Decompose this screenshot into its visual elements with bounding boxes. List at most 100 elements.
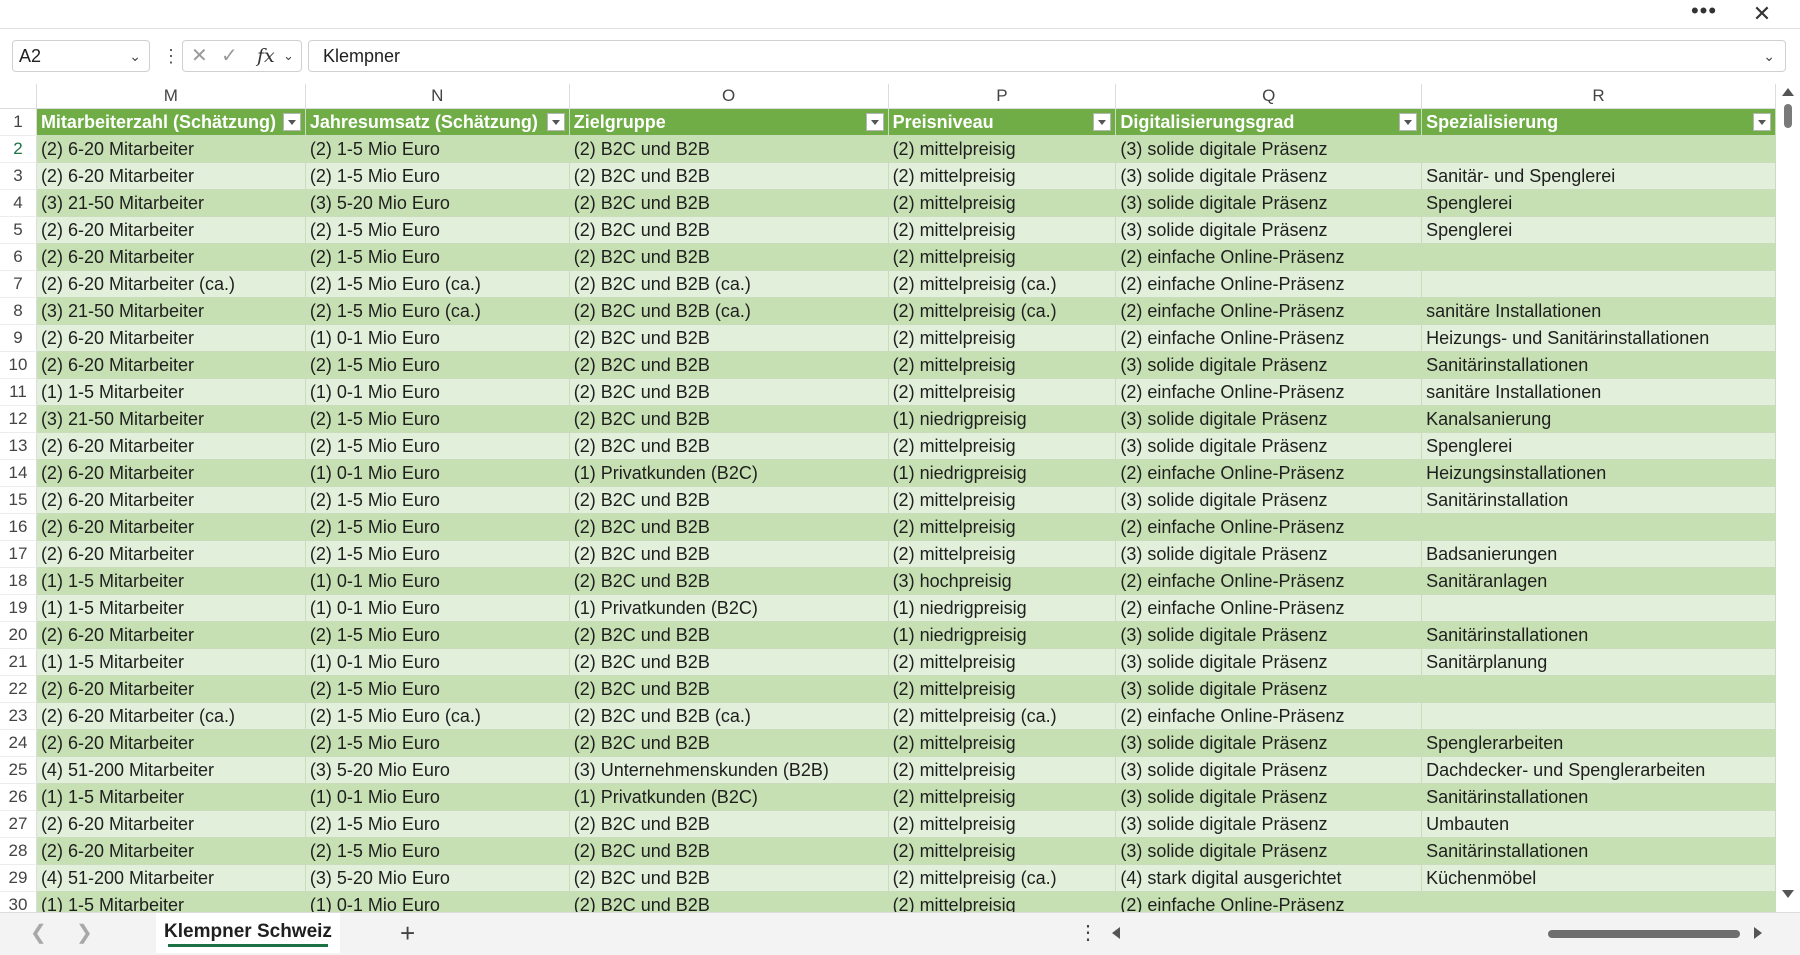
header-cell[interactable]: Spezialisierung	[1421, 108, 1776, 136]
row-number[interactable]: 10	[0, 351, 37, 379]
table-cell[interactable]: (2) 1-5 Mio Euro	[305, 162, 570, 190]
filter-dropdown-icon[interactable]	[865, 113, 884, 131]
table-cell[interactable]: (2) B2C und B2B	[569, 351, 889, 379]
table-cell[interactable]: (2) einfache Online-Präsenz	[1115, 324, 1423, 352]
filter-dropdown-icon[interactable]	[1093, 113, 1112, 131]
table-cell[interactable]: (3) solide digitale Präsenz	[1115, 810, 1423, 838]
table-cell[interactable]: Spenglerei	[1421, 432, 1776, 460]
scroll-thumb[interactable]	[1784, 104, 1792, 128]
table-cell[interactable]: (2) 1-5 Mio Euro	[305, 432, 570, 460]
table-cell[interactable]: (3) solide digitale Präsenz	[1115, 216, 1423, 244]
table-cell[interactable]: (3) solide digitale Präsenz	[1115, 729, 1423, 757]
table-cell[interactable]: (2) 6-20 Mitarbeiter (ca.)	[36, 270, 306, 298]
table-cell[interactable]: (3) solide digitale Präsenz	[1115, 432, 1423, 460]
table-cell[interactable]: (1) Privatkunden (B2C)	[569, 459, 889, 487]
table-cell[interactable]: (2) 6-20 Mitarbeiter	[36, 513, 306, 541]
header-cell[interactable]: Mitarbeiterzahl (Schätzung)	[36, 108, 306, 136]
table-cell[interactable]: (2) mittelpreisig	[888, 729, 1117, 757]
table-cell[interactable]: (2) mittelpreisig	[888, 486, 1117, 514]
table-cell[interactable]: sanitäre Installationen	[1421, 378, 1776, 406]
select-all-corner[interactable]	[0, 84, 37, 109]
chevron-down-icon[interactable]: ⌄	[283, 41, 294, 71]
row-number[interactable]: 7	[0, 270, 37, 298]
table-cell[interactable]: Küchenmöbel	[1421, 864, 1776, 892]
table-cell[interactable]: (2) 6-20 Mitarbeiter	[36, 135, 306, 163]
vertical-scrollbar[interactable]	[1776, 84, 1800, 912]
row-number[interactable]: 1	[0, 108, 37, 136]
table-cell[interactable]: (2) mittelpreisig	[888, 243, 1117, 271]
table-cell[interactable]: Sanitärplanung	[1421, 648, 1776, 676]
row-number[interactable]: 30	[0, 891, 37, 912]
table-cell[interactable]: (1) 0-1 Mio Euro	[305, 783, 570, 811]
table-cell[interactable]: (2) 1-5 Mio Euro	[305, 540, 570, 568]
table-cell[interactable]: (2) mittelpreisig	[888, 540, 1117, 568]
table-cell[interactable]: (2) 1-5 Mio Euro	[305, 810, 570, 838]
table-cell[interactable]: (1) 0-1 Mio Euro	[305, 891, 570, 912]
row-number[interactable]: 6	[0, 243, 37, 271]
table-cell[interactable]: (2) B2C und B2B	[569, 891, 889, 912]
row-number[interactable]: 22	[0, 675, 37, 703]
table-cell[interactable]: (3) solide digitale Präsenz	[1115, 486, 1423, 514]
row-number[interactable]: 20	[0, 621, 37, 649]
table-cell[interactable]: (2) B2C und B2B	[569, 216, 889, 244]
table-cell[interactable]: (2) 6-20 Mitarbeiter	[36, 729, 306, 757]
row-number[interactable]: 29	[0, 864, 37, 892]
table-cell[interactable]: (1) Privatkunden (B2C)	[569, 594, 889, 622]
table-cell[interactable]: (2) 6-20 Mitarbeiter	[36, 621, 306, 649]
table-cell[interactable]: (1) niedrigpreisig	[888, 405, 1117, 433]
table-cell[interactable]: (2) 1-5 Mio Euro (ca.)	[305, 270, 570, 298]
more-options-icon[interactable]: •••	[1684, 0, 1724, 28]
table-cell[interactable]: (4) 51-200 Mitarbeiter	[36, 756, 306, 784]
table-cell[interactable]: (3) 21-50 Mitarbeiter	[36, 405, 306, 433]
table-cell[interactable]: (2) einfache Online-Präsenz	[1115, 378, 1423, 406]
table-cell[interactable]: (2) mittelpreisig (ca.)	[888, 702, 1117, 730]
header-cell[interactable]: Zielgruppe	[569, 108, 889, 136]
row-number[interactable]: 17	[0, 540, 37, 568]
header-cell[interactable]: Preisniveau	[888, 108, 1117, 136]
row-number[interactable]: 16	[0, 513, 37, 541]
filter-dropdown-icon[interactable]	[1399, 113, 1418, 131]
table-cell[interactable]: (2) B2C und B2B	[569, 162, 889, 190]
table-cell[interactable]: (2) 6-20 Mitarbeiter	[36, 486, 306, 514]
row-number[interactable]: 14	[0, 459, 37, 487]
table-cell[interactable]: (2) mittelpreisig	[888, 837, 1117, 865]
table-cell[interactable]: (3) 5-20 Mio Euro	[305, 189, 570, 217]
row-number[interactable]: 13	[0, 432, 37, 460]
table-cell[interactable]: Sanitärinstallationen	[1421, 837, 1776, 865]
row-number[interactable]: 9	[0, 324, 37, 352]
table-cell[interactable]: (2) einfache Online-Präsenz	[1115, 513, 1423, 541]
scroll-up-icon[interactable]	[1782, 88, 1794, 96]
table-cell[interactable]	[1421, 891, 1776, 912]
table-cell[interactable]: (2) B2C und B2B	[569, 486, 889, 514]
horizontal-scroll-thumb[interactable]	[1548, 930, 1740, 938]
table-cell[interactable]: (3) hochpreisig	[888, 567, 1117, 595]
table-cell[interactable]: (3) solide digitale Präsenz	[1115, 648, 1423, 676]
table-cell[interactable]: sanitäre Installationen	[1421, 297, 1776, 325]
table-cell[interactable]: (2) B2C und B2B	[569, 648, 889, 676]
table-cell[interactable]: (4) stark digital ausgerichtet	[1115, 864, 1423, 892]
table-cell[interactable]: (2) B2C und B2B	[569, 405, 889, 433]
table-cell[interactable]: (2) einfache Online-Präsenz	[1115, 891, 1423, 912]
table-cell[interactable]: (2) 6-20 Mitarbeiter	[36, 540, 306, 568]
table-cell[interactable]: (2) mittelpreisig	[888, 189, 1117, 217]
table-cell[interactable]: (1) 1-5 Mitarbeiter	[36, 567, 306, 595]
table-cell[interactable]: (2) 6-20 Mitarbeiter	[36, 837, 306, 865]
table-cell[interactable]: (3) solide digitale Präsenz	[1115, 756, 1423, 784]
table-cell[interactable]: (2) 1-5 Mio Euro (ca.)	[305, 702, 570, 730]
row-number[interactable]: 8	[0, 297, 37, 325]
table-cell[interactable]: (1) 1-5 Mitarbeiter	[36, 891, 306, 912]
table-cell[interactable]: (1) 1-5 Mitarbeiter	[36, 594, 306, 622]
table-cell[interactable]: (2) B2C und B2B	[569, 540, 889, 568]
table-cell[interactable]: (2) 6-20 Mitarbeiter	[36, 243, 306, 271]
table-cell[interactable]: (2) 6-20 Mitarbeiter	[36, 675, 306, 703]
table-cell[interactable]: Heizungs- und Sanitärinstallationen	[1421, 324, 1776, 352]
table-cell[interactable]: (1) 0-1 Mio Euro	[305, 594, 570, 622]
table-cell[interactable]: (2) mittelpreisig	[888, 351, 1117, 379]
scroll-left-icon[interactable]	[1112, 927, 1120, 939]
close-icon[interactable]: ✕	[1742, 0, 1782, 28]
column-header[interactable]: N	[305, 84, 570, 109]
column-header[interactable]: P	[888, 84, 1117, 109]
table-cell[interactable]: (3) solide digitale Präsenz	[1115, 162, 1423, 190]
table-cell[interactable]: Sanitär- und Spenglerei	[1421, 162, 1776, 190]
row-number[interactable]: 19	[0, 594, 37, 622]
